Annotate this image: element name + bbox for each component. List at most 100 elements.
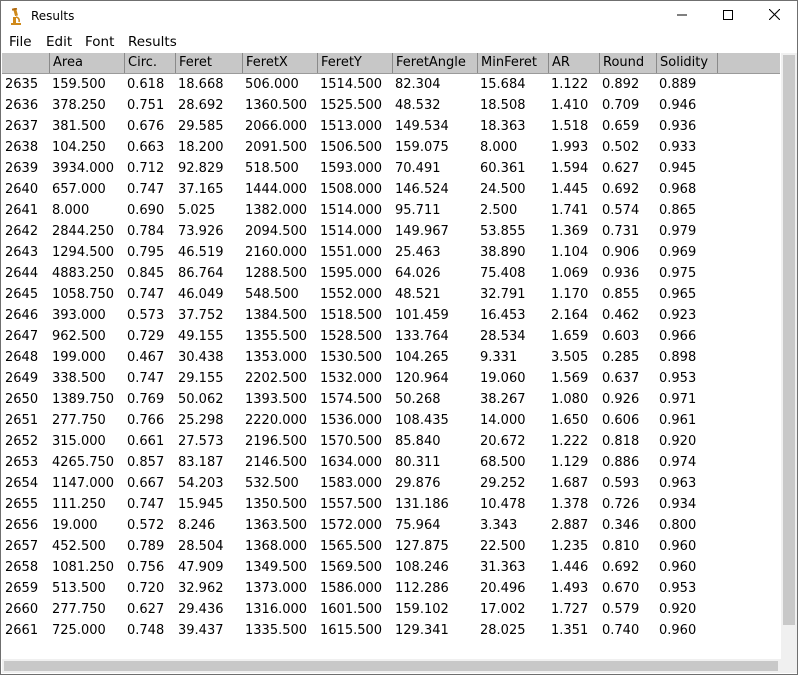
table-cell: 120.964 bbox=[395, 371, 449, 386]
table-cell: 0.502 bbox=[602, 140, 640, 155]
table-row[interactable]: 2652 315.000 0.661 27.573 2196.500 1570.500 85… bbox=[2, 431, 780, 452]
column-header[interactable]: AR bbox=[548, 53, 599, 73]
table-row[interactable]: 2639 3934.000 0.712 92.829 518.500 1593.000 70… bbox=[2, 158, 780, 179]
table-row[interactable]: 2654 1147.000 0.667 54.203 532.500 1583.000 29… bbox=[2, 473, 780, 494]
table-cell: 0.800 bbox=[659, 518, 697, 533]
table-cell: 2146.500 bbox=[245, 455, 308, 470]
table-row[interactable]: 2651 277.750 0.766 25.298 2220.000 1536.000 10… bbox=[2, 410, 780, 431]
table-row[interactable]: 2658 1081.250 0.756 47.909 1349.500 1569.500 1… bbox=[2, 557, 780, 578]
title-bar[interactable]: Results bbox=[1, 1, 797, 32]
column-header[interactable]: Solidity bbox=[656, 53, 717, 73]
row-index-cell: 2657 bbox=[5, 539, 39, 554]
column-header[interactable]: FeretAngle bbox=[392, 53, 477, 73]
close-button[interactable] bbox=[751, 1, 797, 32]
table-cell: 80.311 bbox=[395, 455, 441, 470]
table-row[interactable]: 2656 19.000 0.572 8.246 1363.500 1572.000 75.9… bbox=[2, 515, 780, 536]
menu-edit[interactable]: Edit bbox=[46, 34, 72, 50]
table-row[interactable]: 2648 199.000 0.467 30.438 1353.000 1530.500 10… bbox=[2, 347, 780, 368]
table-cell: 159.075 bbox=[395, 140, 449, 155]
table-cell: 1528.500 bbox=[320, 329, 383, 344]
table-cell: 0.960 bbox=[659, 623, 697, 638]
column-header[interactable]: Round bbox=[599, 53, 656, 73]
table-cell: 0.751 bbox=[127, 98, 165, 113]
table-cell: 0.845 bbox=[127, 266, 165, 281]
table-row[interactable]: 2635 159.500 0.618 18.668 506.000 1514.500 82.… bbox=[2, 74, 780, 95]
table-cell: 506.000 bbox=[245, 77, 299, 92]
table-row[interactable]: 2660 277.750 0.627 29.436 1316.000 1601.500 15… bbox=[2, 599, 780, 620]
table-cell: 1.080 bbox=[551, 392, 589, 407]
table-cell: 1.493 bbox=[551, 581, 589, 596]
column-header[interactable]: FeretY bbox=[317, 53, 392, 73]
row-index-cell: 2648 bbox=[5, 350, 39, 365]
table-cell: 1316.000 bbox=[245, 602, 308, 617]
minimize-icon bbox=[677, 9, 687, 24]
table-cell: 49.155 bbox=[178, 329, 224, 344]
table-cell: 1.650 bbox=[551, 413, 589, 428]
minimize-button[interactable] bbox=[659, 1, 705, 32]
menu-font[interactable]: Font bbox=[85, 34, 114, 50]
table-cell: 1565.500 bbox=[320, 539, 383, 554]
table-cell: 50.062 bbox=[178, 392, 224, 407]
table-row[interactable]: 2657 452.500 0.789 28.504 1368.000 1565.500 12… bbox=[2, 536, 780, 557]
table-row[interactable]: 2647 962.500 0.729 49.155 1355.500 1528.500 13… bbox=[2, 326, 780, 347]
table-row[interactable]: 2644 4883.250 0.845 86.764 1288.500 1595.000 6… bbox=[2, 263, 780, 284]
menu-file[interactable]: File bbox=[9, 34, 32, 50]
table-cell: 1.659 bbox=[551, 329, 589, 344]
table-cell: 0.933 bbox=[659, 140, 697, 155]
row-index-cell: 2649 bbox=[5, 371, 39, 386]
table-cell: 0.573 bbox=[127, 308, 165, 323]
table-row[interactable]: 2643 1294.500 0.795 46.519 2160.000 1551.000 2… bbox=[2, 242, 780, 263]
vertical-scrollbar[interactable] bbox=[781, 53, 797, 659]
table-cell: 1389.750 bbox=[52, 392, 115, 407]
table-cell: 1353.000 bbox=[245, 350, 308, 365]
table-cell: 2091.500 bbox=[245, 140, 308, 155]
column-header[interactable]: FeretX bbox=[242, 53, 317, 73]
table-row[interactable]: 2646 393.000 0.573 37.752 1384.500 1518.500 10… bbox=[2, 305, 780, 326]
table-cell: 73.926 bbox=[178, 224, 224, 239]
column-header[interactable]: MinFeret bbox=[477, 53, 548, 73]
table-row[interactable]: 2653 4265.750 0.857 83.187 2146.500 1634.000 8… bbox=[2, 452, 780, 473]
table-cell: 19.000 bbox=[52, 518, 98, 533]
table-cell: 1513.000 bbox=[320, 119, 383, 134]
maximize-icon bbox=[723, 9, 733, 24]
table-row[interactable]: 2649 338.500 0.747 29.155 2202.500 1532.000 12… bbox=[2, 368, 780, 389]
table-row[interactable]: 2659 513.500 0.720 32.962 1373.000 1586.000 11… bbox=[2, 578, 780, 599]
table-cell: 0.810 bbox=[602, 539, 640, 554]
table-row[interactable]: 2637 381.500 0.676 29.585 2066.000 1513.000 14… bbox=[2, 116, 780, 137]
table-cell: 1569.500 bbox=[320, 560, 383, 575]
table-cell: 1363.500 bbox=[245, 518, 308, 533]
table-cell: 19.060 bbox=[480, 371, 526, 386]
row-index-cell: 2639 bbox=[5, 161, 39, 176]
table-cell: 0.795 bbox=[127, 245, 165, 260]
horizontal-scrollbar[interactable] bbox=[2, 659, 781, 673]
table-cell: 0.920 bbox=[659, 602, 697, 617]
table-row[interactable]: 2661 725.000 0.748 39.437 1335.500 1615.500 12… bbox=[2, 620, 780, 641]
table-cell: 0.946 bbox=[659, 98, 697, 113]
table-row[interactable]: 2640 657.000 0.747 37.165 1444.000 1508.000 14… bbox=[2, 179, 780, 200]
table-cell: 1382.000 bbox=[245, 203, 308, 218]
table-row[interactable]: 2642 2844.250 0.784 73.926 2094.500 1514.000 1… bbox=[2, 221, 780, 242]
column-header[interactable] bbox=[2, 53, 49, 73]
table-row[interactable]: 2636 378.250 0.751 28.692 1360.500 1525.500 48… bbox=[2, 95, 780, 116]
table-row[interactable]: 2645 1058.750 0.747 46.049 548.500 1552.000 48… bbox=[2, 284, 780, 305]
vertical-scroll-thumb[interactable] bbox=[783, 55, 795, 625]
table-cell: 0.971 bbox=[659, 392, 697, 407]
table-cell: 85.840 bbox=[395, 434, 441, 449]
table-cell: 68.500 bbox=[480, 455, 526, 470]
column-header[interactable]: Circ. bbox=[124, 53, 175, 73]
results-table[interactable]: Area Circ. Feret FeretX FeretY FeretAngle MinF… bbox=[2, 53, 780, 659]
column-header[interactable]: Area bbox=[49, 53, 124, 73]
column-header[interactable]: Feret bbox=[175, 53, 242, 73]
maximize-button[interactable] bbox=[705, 1, 751, 32]
table-cell: 0.857 bbox=[127, 455, 165, 470]
table-row[interactable]: 2641 8.000 0.690 5.025 1382.000 1514.000 95.71… bbox=[2, 200, 780, 221]
table-cell: 0.593 bbox=[602, 476, 640, 491]
table-cell: 3.343 bbox=[480, 518, 518, 533]
menu-results[interactable]: Results bbox=[128, 34, 177, 50]
table-cell: 1615.500 bbox=[320, 623, 383, 638]
horizontal-scroll-thumb[interactable] bbox=[4, 661, 778, 671]
table-cell: 37.752 bbox=[178, 308, 224, 323]
table-row[interactable]: 2638 104.250 0.663 18.200 2091.500 1506.500 15… bbox=[2, 137, 780, 158]
table-row[interactable]: 2655 111.250 0.747 15.945 1350.500 1557.500 13… bbox=[2, 494, 780, 515]
table-row[interactable]: 2650 1389.750 0.769 50.062 1393.500 1574.500 5… bbox=[2, 389, 780, 410]
